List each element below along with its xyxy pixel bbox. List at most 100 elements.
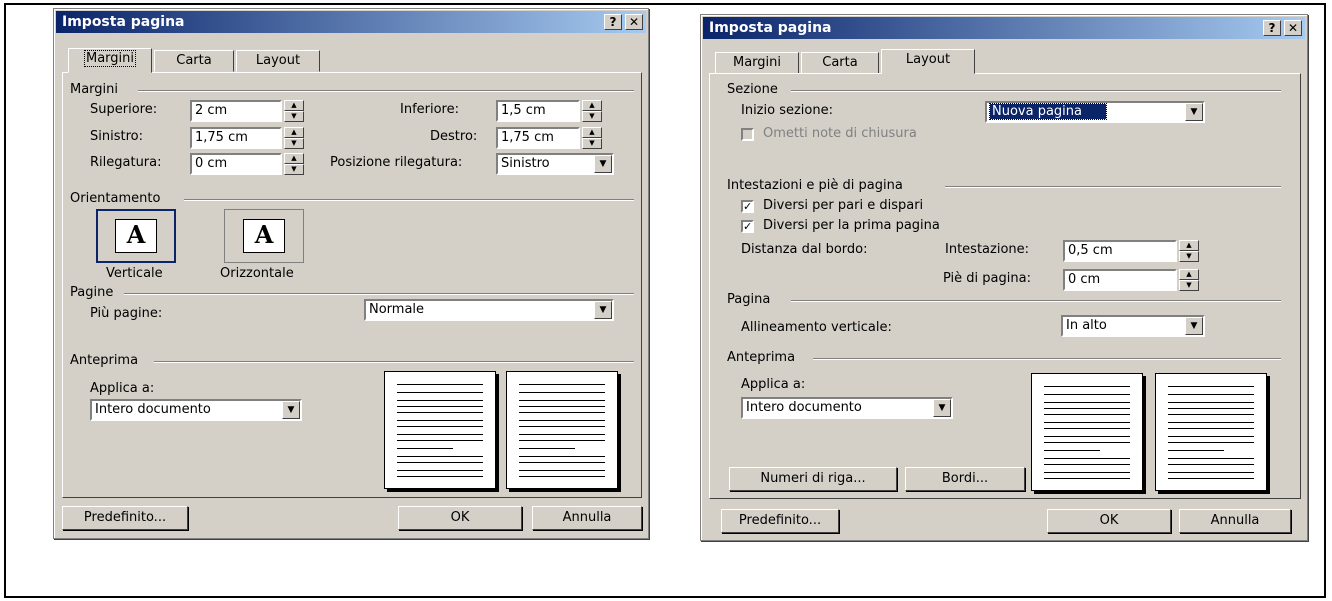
applica-select[interactable]: Intero documento: [741, 397, 953, 419]
allineamento-select[interactable]: In alto: [1061, 315, 1205, 337]
pie-pagina-spinner[interactable]: ▲ ▼: [1179, 269, 1199, 291]
spin-down-icon[interactable]: ▼: [1179, 251, 1199, 262]
anteprima-group-label: Anteprima: [70, 353, 139, 368]
pie-pagina-field[interactable]: 0 cm: [1063, 269, 1177, 291]
sinistro-spinner[interactable]: ▲ ▼: [284, 127, 304, 149]
inizio-sezione-label: Inizio sezione:: [741, 103, 833, 118]
landscape-option[interactable]: A: [224, 209, 304, 263]
distanza-bordo-label: Distanza dal bordo:: [741, 242, 868, 257]
diversi-prima-checkbox[interactable]: ✓: [741, 220, 754, 233]
superiore-spinner[interactable]: ▲ ▼: [284, 100, 304, 122]
margini-group-label: Margini: [70, 82, 119, 97]
divider: [138, 90, 634, 92]
sinistro-field[interactable]: 1,75 cm: [190, 127, 282, 149]
applica-select[interactable]: Intero documento: [90, 399, 302, 421]
rilegatura-label: Rilegatura:: [90, 155, 162, 170]
verticale-label: Verticale: [106, 266, 163, 281]
inizio-sezione-value: Nuova pagina: [989, 103, 1107, 120]
page-setup-dialog-margins: Imposta pagina ? ✕ Margini Carta Layout …: [53, 8, 649, 539]
rilegatura-field[interactable]: 0 cm: [190, 153, 282, 175]
spin-down-icon[interactable]: ▼: [284, 164, 304, 175]
destro-spinner[interactable]: ▲ ▼: [582, 127, 602, 149]
chevron-down-icon[interactable]: ▼: [1185, 317, 1203, 335]
inferiore-label: Inferiore:: [400, 102, 459, 117]
allineamento-label: Allineamento verticale:: [741, 320, 892, 335]
spin-up-icon[interactable]: ▲: [582, 127, 602, 138]
portrait-option[interactable]: A: [96, 209, 176, 263]
posizione-rilegatura-label: Posizione rilegatura:: [330, 155, 463, 170]
spin-up-icon[interactable]: ▲: [284, 127, 304, 138]
ok-button[interactable]: OK: [1047, 509, 1171, 533]
help-button[interactable]: ?: [604, 14, 622, 30]
diversi-prima-label: Diversi per la prima pagina: [763, 218, 940, 233]
tab-carta[interactable]: Carta: [154, 50, 234, 72]
sinistro-label: Sinistro:: [90, 129, 143, 144]
pagine-group-label: Pagine: [70, 285, 114, 300]
tab-layout[interactable]: Layout: [881, 49, 975, 74]
pagina-group-label: Pagina: [727, 292, 771, 307]
spin-up-icon[interactable]: ▲: [284, 100, 304, 111]
spin-down-icon[interactable]: ▼: [1179, 280, 1199, 291]
annulla-button[interactable]: Annulla: [1179, 509, 1291, 533]
ometti-note-checkbox[interactable]: [741, 128, 754, 141]
preview-page-left: [384, 371, 496, 489]
spin-up-icon[interactable]: ▲: [284, 153, 304, 164]
spin-down-icon[interactable]: ▼: [284, 111, 304, 122]
bordi-button[interactable]: Bordi...: [905, 467, 1025, 491]
intestazione-spinner[interactable]: ▲ ▼: [1179, 240, 1199, 262]
divider: [184, 199, 634, 201]
close-button[interactable]: ✕: [625, 14, 643, 30]
rilegatura-spinner[interactable]: ▲ ▼: [284, 153, 304, 175]
tab-layout[interactable]: Layout: [236, 50, 320, 72]
annulla-button[interactable]: Annulla: [532, 506, 642, 530]
applica-label: Applica a:: [90, 381, 155, 396]
applica-label: Applica a:: [741, 377, 806, 392]
preview-page-left: [1031, 373, 1143, 491]
inferiore-field[interactable]: 1,5 cm: [496, 100, 580, 122]
predefinito-button[interactable]: Predefinito...: [62, 506, 188, 530]
divider: [813, 358, 1281, 360]
predefinito-button[interactable]: Predefinito...: [721, 509, 839, 533]
help-button[interactable]: ?: [1263, 20, 1281, 36]
intestazione-field[interactable]: 0,5 cm: [1063, 240, 1177, 262]
ok-button[interactable]: OK: [398, 506, 522, 530]
tab-margini[interactable]: Margini: [68, 48, 152, 73]
intestazioni-group-label: Intestazioni e piè di pagina: [727, 178, 903, 193]
inizio-sezione-select[interactable]: Nuova pagina: [985, 101, 1205, 123]
superiore-label: Superiore:: [90, 102, 158, 117]
ometti-note-label: Ometti note di chiusura: [763, 126, 917, 141]
superiore-field[interactable]: 2 cm: [190, 100, 282, 122]
chevron-down-icon[interactable]: ▼: [282, 401, 300, 419]
tab-margini[interactable]: Margini: [715, 52, 799, 74]
preview-page-right: [506, 371, 618, 489]
divider: [154, 361, 634, 363]
close-button[interactable]: ✕: [1284, 20, 1302, 36]
spin-down-icon[interactable]: ▼: [284, 138, 304, 149]
spin-down-icon[interactable]: ▼: [582, 138, 602, 149]
numeri-riga-button[interactable]: Numeri di riga...: [729, 467, 897, 491]
title-bar: Imposta pagina ? ✕: [56, 11, 646, 33]
dialog-title: Imposta pagina: [62, 14, 185, 30]
chevron-down-icon[interactable]: ▼: [594, 155, 612, 173]
chevron-down-icon[interactable]: ▼: [594, 301, 612, 319]
spin-up-icon[interactable]: ▲: [1179, 240, 1199, 251]
landscape-document-icon: A: [243, 219, 285, 253]
chevron-down-icon[interactable]: ▼: [933, 399, 951, 417]
divider: [124, 293, 634, 295]
divider: [945, 186, 1281, 188]
inferiore-spinner[interactable]: ▲ ▼: [582, 100, 602, 122]
spin-up-icon[interactable]: ▲: [1179, 269, 1199, 280]
diversi-pari-checkbox[interactable]: ✓: [741, 200, 754, 213]
divider: [791, 90, 1281, 92]
pie-pagina-label: Piè di pagina:: [943, 271, 1031, 286]
sezione-group-label: Sezione: [727, 82, 778, 97]
preview-page-right: [1155, 373, 1267, 491]
destro-field[interactable]: 1,75 cm: [496, 127, 580, 149]
chevron-down-icon[interactable]: ▼: [1185, 103, 1203, 121]
spin-up-icon[interactable]: ▲: [582, 100, 602, 111]
anteprima-group-label: Anteprima: [727, 350, 796, 365]
page-setup-dialog-layout: Imposta pagina ? ✕ Margini Carta Layout …: [700, 14, 1308, 541]
tab-carta[interactable]: Carta: [801, 52, 879, 74]
spin-down-icon[interactable]: ▼: [582, 111, 602, 122]
piu-pagine-select[interactable]: Normale: [364, 299, 614, 321]
